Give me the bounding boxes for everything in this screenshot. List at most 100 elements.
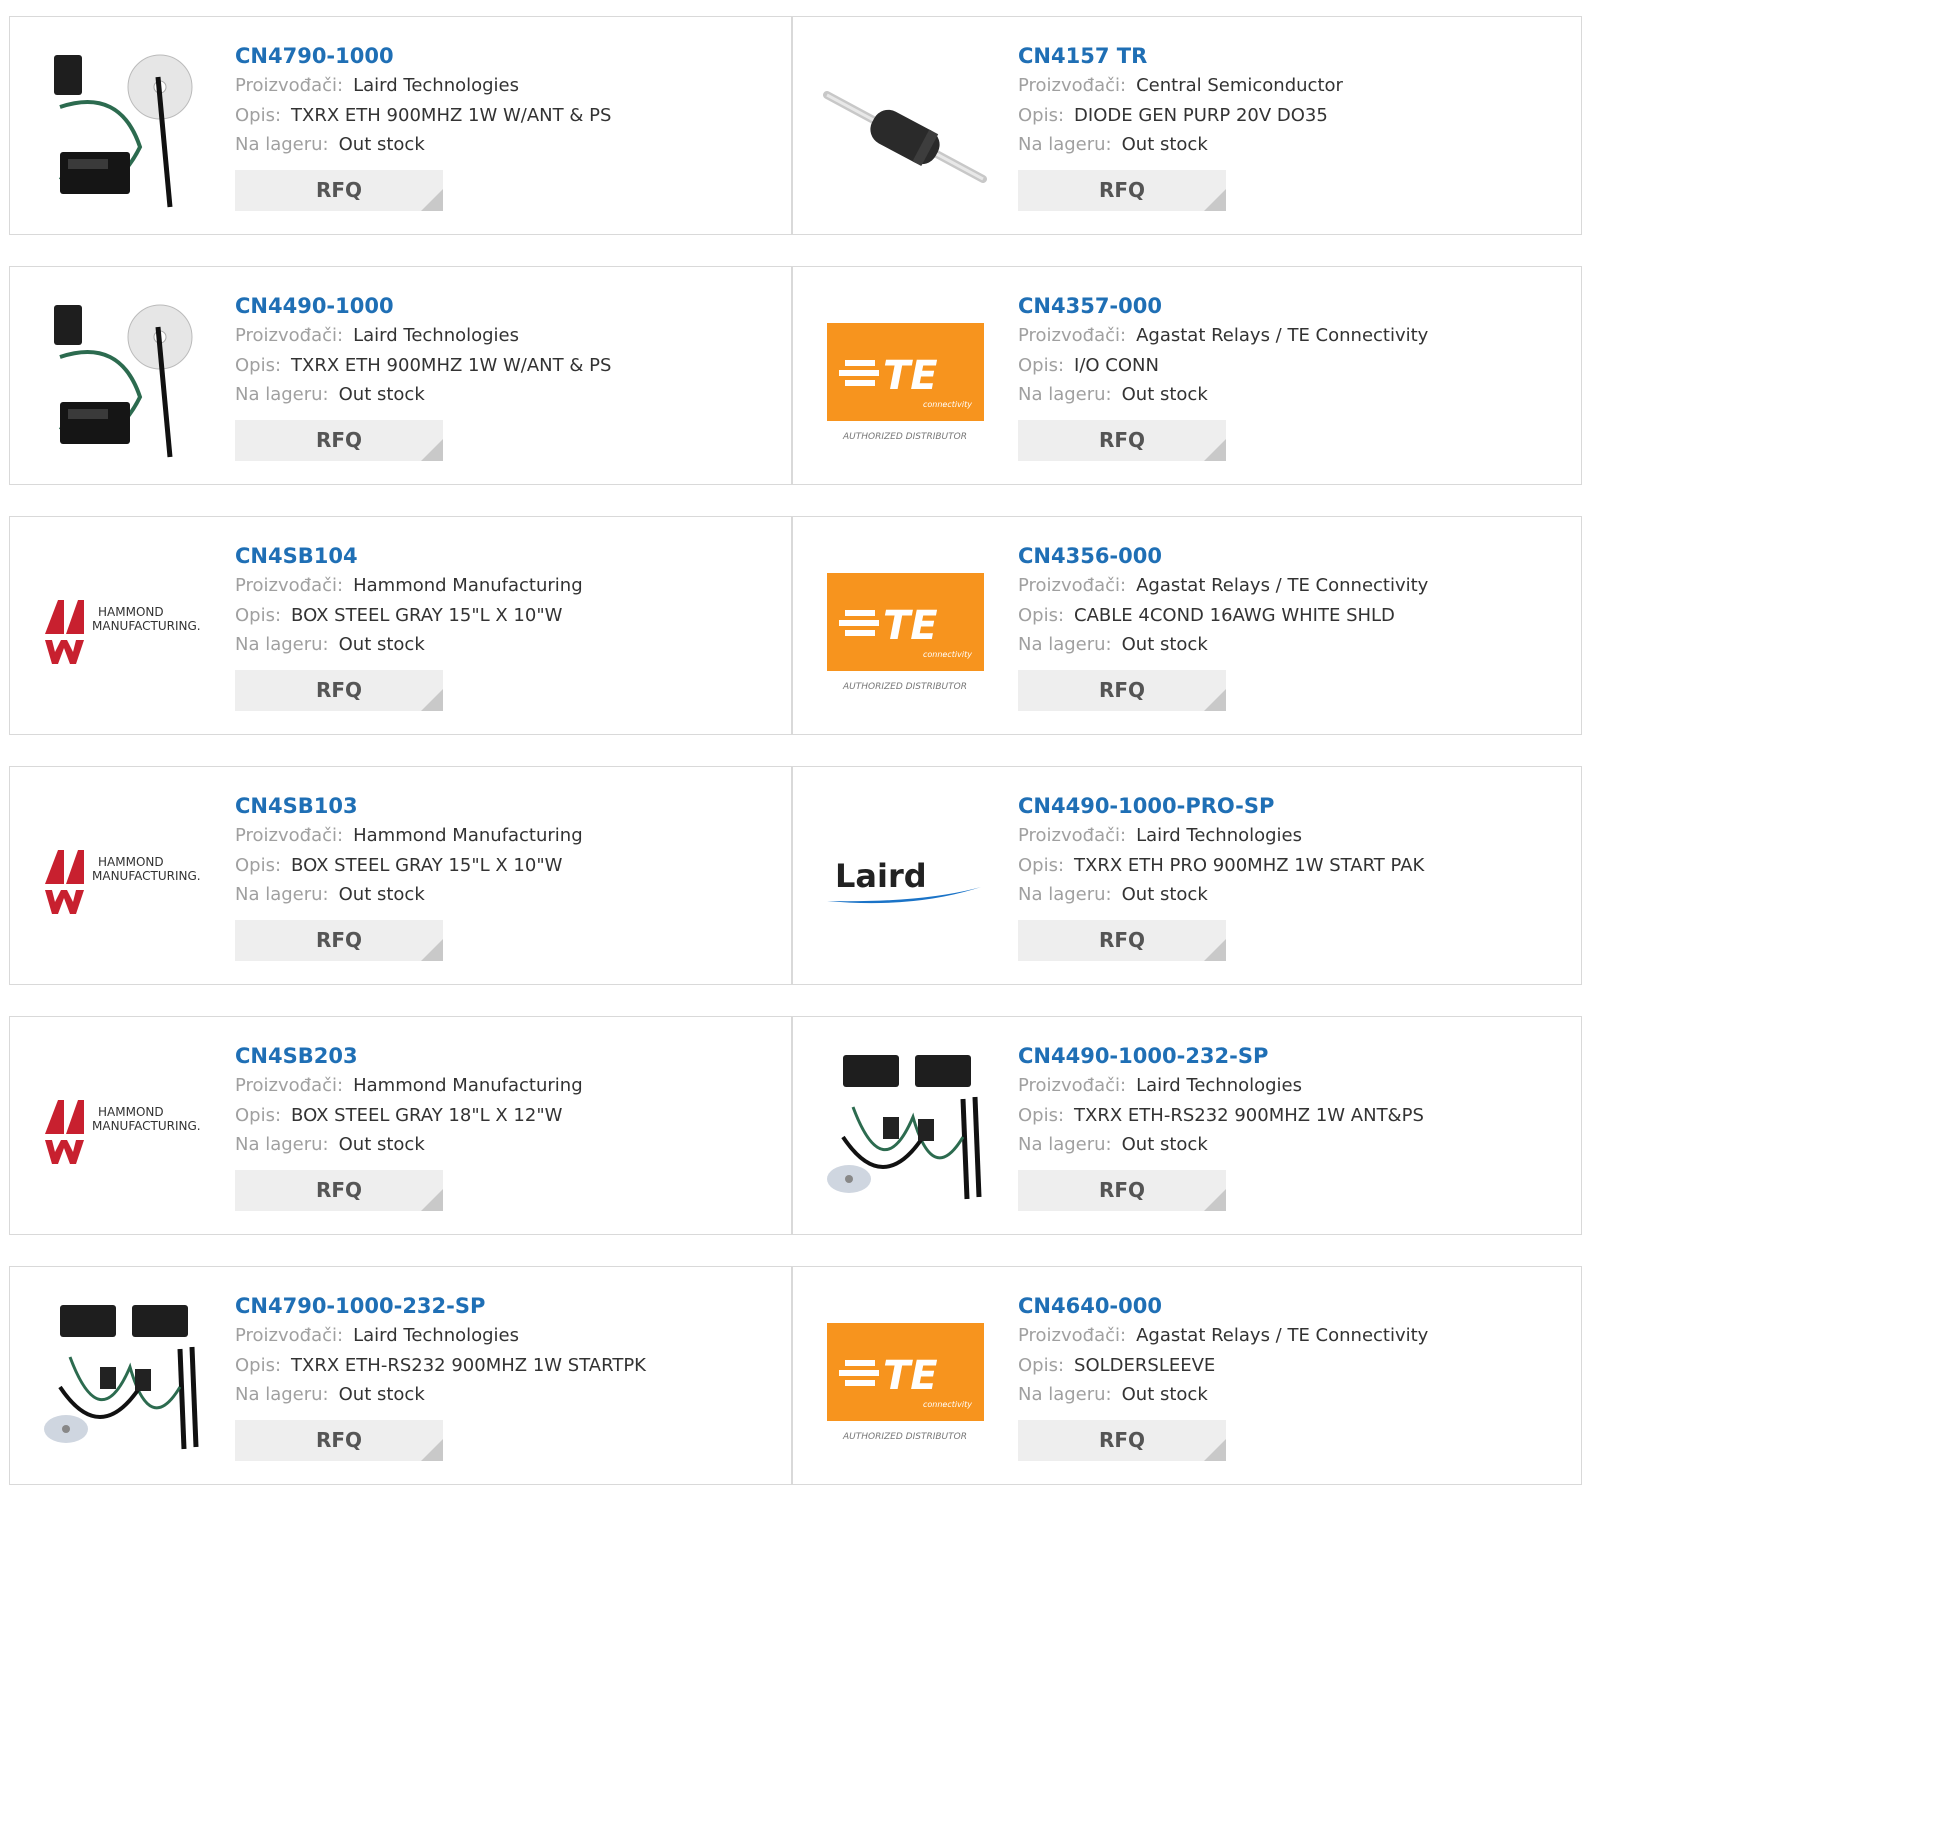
- product-image[interactable]: [823, 47, 988, 212]
- rfq-button[interactable]: RFQ: [235, 1169, 443, 1211]
- stock-value: Out stock: [338, 884, 425, 905]
- stock-label: Na lageru:: [1018, 634, 1112, 655]
- product-image[interactable]: HAMMOND MANUFACTURING.: [40, 547, 205, 712]
- manufacturer-value: Agastat Relays / TE Connectivity: [1136, 575, 1429, 596]
- manufacturer-row: Proizvođači: Agastat Relays / TE Connecti…: [1018, 571, 1428, 601]
- rfq-button[interactable]: RFQ: [1018, 1419, 1226, 1461]
- product-info: CN4790-1000 Proizvođači: Laird Technologi…: [235, 41, 611, 211]
- part-number-link[interactable]: CN4357-000: [1018, 291, 1428, 321]
- product-image[interactable]: [40, 297, 205, 462]
- part-number-link[interactable]: CN4157 TR: [1018, 41, 1343, 71]
- te-sub-text: connectivity: [923, 1400, 972, 1409]
- radio-kit-icon: [54, 304, 193, 458]
- part-number-link[interactable]: CN4490-1000: [235, 291, 611, 321]
- product-card: TE connectivity AUTHORIZED DISTRIBUTOR CN4…: [792, 1266, 1582, 1485]
- product-image[interactable]: TE connectivity AUTHORIZED DISTRIBUTOR: [823, 297, 988, 462]
- hammond-logo-icon: HAMMONDMANUFACTURING.: [45, 599, 201, 664]
- stock-row: Na lageru: Out stock: [235, 380, 611, 410]
- product-card: HAMMOND MANUFACTURING. CN4SB104 Proizvođa…: [9, 516, 792, 735]
- part-number-link[interactable]: CN4790-1000-232-SP: [235, 1291, 646, 1321]
- description-row: Opis: TXRX ETH-RS232 900MHZ 1W STARTPK: [235, 1351, 646, 1381]
- product-card: CN4157 TR Proizvođači: Central Semiconduc…: [792, 16, 1582, 235]
- product-image[interactable]: TE connectivity AUTHORIZED DISTRIBUTOR: [823, 547, 988, 712]
- rfq-button[interactable]: RFQ: [235, 419, 443, 461]
- rfq-button[interactable]: RFQ: [1018, 419, 1226, 461]
- radio-kit-icon: [827, 1055, 982, 1200]
- rfq-button[interactable]: RFQ: [235, 169, 443, 211]
- description-value: SOLDERSLEEVE: [1074, 1354, 1216, 1376]
- stock-row: Na lageru: Out stock: [1018, 130, 1343, 160]
- product-image[interactable]: [40, 47, 205, 212]
- description-value: TXRX ETH PRO 900MHZ 1W START PAK: [1074, 854, 1425, 876]
- rfq-label: RFQ: [315, 927, 363, 952]
- description-value: I/O CONN: [1074, 354, 1159, 376]
- corner-triangle-icon: [1204, 1188, 1226, 1211]
- manufacturer-label: Proizvođači:: [235, 575, 344, 596]
- rfq-label: RFQ: [315, 427, 363, 452]
- product-image[interactable]: HAMMOND MANUFACTURING.: [40, 797, 205, 962]
- hammond-line1-text: HAMMOND: [98, 855, 164, 869]
- description-row: Opis: TXRX ETH 900MHZ 1W W/ANT & PS: [235, 101, 611, 131]
- part-number-link[interactable]: CN4490-1000-232-SP: [1018, 1041, 1424, 1071]
- product-image[interactable]: HAMMOND MANUFACTURING.: [40, 1047, 205, 1212]
- part-number-link[interactable]: CN4SB103: [235, 791, 583, 821]
- description-row: Opis: TXRX ETH PRO 900MHZ 1W START PAK: [1018, 851, 1424, 881]
- corner-triangle-icon: [421, 938, 443, 961]
- stock-label: Na lageru:: [235, 1134, 329, 1155]
- rfq-button[interactable]: RFQ: [235, 1419, 443, 1461]
- hammond-line2-text: MANUFACTURING.: [92, 1119, 201, 1133]
- corner-triangle-icon: [1204, 938, 1226, 961]
- manufacturer-label: Proizvođači:: [235, 325, 344, 346]
- stock-value: Out stock: [338, 1384, 425, 1405]
- te-logo-icon: TEconnectivity AUTHORIZED DISTRIBUTOR: [827, 572, 984, 692]
- product-image[interactable]: Laird: [823, 797, 988, 962]
- manufacturer-label: Proizvođači:: [1018, 825, 1127, 846]
- manufacturer-label: Proizvođači:: [1018, 575, 1127, 596]
- te-text: TE: [883, 603, 938, 649]
- laird-logo-icon: Laird: [827, 857, 981, 903]
- part-number-link[interactable]: CN4SB203: [235, 1041, 583, 1071]
- manufacturer-row: Proizvođači: Hammond Manufacturing: [235, 1071, 583, 1101]
- part-number-link[interactable]: CN4SB104: [235, 541, 583, 571]
- description-label: Opis:: [1018, 104, 1065, 126]
- stock-value: Out stock: [1121, 1134, 1208, 1155]
- te-logo-icon: TEconnectivity AUTHORIZED DISTRIBUTOR: [827, 1322, 984, 1442]
- rfq-label: RFQ: [315, 177, 363, 202]
- rfq-button[interactable]: RFQ: [1018, 919, 1226, 961]
- manufacturer-label: Proizvođači:: [1018, 325, 1127, 346]
- manufacturer-row: Proizvođači: Hammond Manufacturing: [235, 571, 583, 601]
- description-label: Opis:: [235, 1104, 282, 1126]
- te-sub-text: connectivity: [923, 400, 972, 409]
- manufacturer-row: Proizvođači: Agastat Relays / TE Connecti…: [1018, 1321, 1428, 1351]
- product-image[interactable]: TE connectivity AUTHORIZED DISTRIBUTOR: [823, 1297, 988, 1462]
- description-value: TXRX ETH-RS232 900MHZ 1W ANT&PS: [1074, 1104, 1424, 1126]
- stock-value: Out stock: [338, 134, 425, 155]
- part-number-link[interactable]: CN4490-1000-PRO-SP: [1018, 791, 1424, 821]
- corner-triangle-icon: [421, 438, 443, 461]
- manufacturer-label: Proizvođači:: [1018, 1325, 1127, 1346]
- hammond-line1-text: HAMMOND: [98, 1105, 164, 1119]
- product-image[interactable]: [823, 1047, 988, 1212]
- description-value: BOX STEEL GRAY 15"L X 10"W: [291, 604, 563, 626]
- rfq-button[interactable]: RFQ: [1018, 1169, 1226, 1211]
- part-number-link[interactable]: CN4790-1000: [235, 41, 611, 71]
- manufacturer-label: Proizvođači:: [235, 825, 344, 846]
- part-number-link[interactable]: CN4640-000: [1018, 1291, 1428, 1321]
- description-value: CABLE 4COND 16AWG WHITE SHLD: [1074, 604, 1395, 626]
- rfq-button[interactable]: RFQ: [1018, 669, 1226, 711]
- rfq-button[interactable]: RFQ: [235, 919, 443, 961]
- part-number-link[interactable]: CN4356-000: [1018, 541, 1428, 571]
- product-image[interactable]: [40, 1297, 205, 1462]
- te-caption-text: AUTHORIZED DISTRIBUTOR: [842, 432, 967, 442]
- stock-value: Out stock: [1121, 134, 1208, 155]
- stock-value: Out stock: [338, 1134, 425, 1155]
- te-text: TE: [883, 353, 938, 399]
- rfq-button[interactable]: RFQ: [1018, 169, 1226, 211]
- manufacturer-value: Laird Technologies: [1136, 825, 1303, 846]
- rfq-button[interactable]: RFQ: [235, 669, 443, 711]
- product-card: HAMMOND MANUFACTURING. CN4SB203 Proizvođa…: [9, 1016, 792, 1235]
- stock-row: Na lageru: Out stock: [235, 130, 611, 160]
- product-info: CN4640-000 Proizvođači: Agastat Relays / …: [1018, 1291, 1428, 1461]
- product-card: CN4490-1000-232-SP Proizvođači: Laird Tec…: [792, 1016, 1582, 1235]
- manufacturer-row: Proizvođači: Laird Technologies: [1018, 1071, 1424, 1101]
